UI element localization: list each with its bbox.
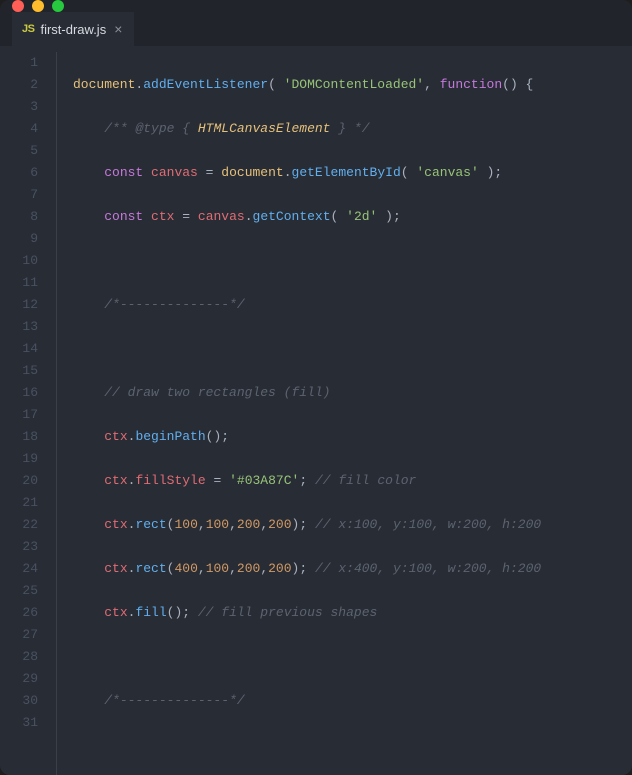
line-number: 30: [0, 690, 38, 712]
code-line[interactable]: const canvas = document.getElementById( …: [73, 162, 632, 184]
line-number: 18: [0, 426, 38, 448]
line-number: 24: [0, 558, 38, 580]
line-number-gutter: 1234567891011121314151617181920212223242…: [0, 52, 56, 775]
code-line[interactable]: [73, 250, 632, 272]
line-number: 4: [0, 118, 38, 140]
line-number: 2: [0, 74, 38, 96]
line-number: 25: [0, 580, 38, 602]
line-number: 10: [0, 250, 38, 272]
tab-filename: first-draw.js: [40, 22, 106, 37]
line-number: 29: [0, 668, 38, 690]
line-number: 14: [0, 338, 38, 360]
code-editor[interactable]: 1234567891011121314151617181920212223242…: [0, 46, 632, 775]
line-number: 27: [0, 624, 38, 646]
code-line[interactable]: ctx.rect(100,100,200,200); // x:100, y:1…: [73, 514, 632, 536]
line-number: 20: [0, 470, 38, 492]
line-number: 17: [0, 404, 38, 426]
line-number: 23: [0, 536, 38, 558]
line-number: 8: [0, 206, 38, 228]
line-number: 19: [0, 448, 38, 470]
code-line[interactable]: [73, 734, 632, 756]
line-number: 15: [0, 360, 38, 382]
close-tab-icon[interactable]: ×: [112, 20, 124, 38]
line-number: 26: [0, 602, 38, 624]
line-number: 11: [0, 272, 38, 294]
minimize-window-button[interactable]: [32, 0, 44, 12]
code-line[interactable]: document.addEventListener( 'DOMContentLo…: [73, 74, 632, 96]
line-number: 28: [0, 646, 38, 668]
code-area[interactable]: document.addEventListener( 'DOMContentLo…: [56, 52, 632, 775]
titlebar[interactable]: [0, 0, 632, 12]
line-number: 13: [0, 316, 38, 338]
line-number: 31: [0, 712, 38, 734]
line-number: 22: [0, 514, 38, 536]
line-number: 1: [0, 52, 38, 74]
code-line[interactable]: /** @type { HTMLCanvasElement } */: [73, 118, 632, 140]
line-number: 9: [0, 228, 38, 250]
code-line[interactable]: const ctx = canvas.getContext( '2d' );: [73, 206, 632, 228]
traffic-lights: [12, 0, 64, 12]
line-number: 21: [0, 492, 38, 514]
maximize-window-button[interactable]: [52, 0, 64, 12]
line-number: 12: [0, 294, 38, 316]
line-number: 16: [0, 382, 38, 404]
code-line[interactable]: ctx.beginPath();: [73, 426, 632, 448]
code-line[interactable]: ctx.rect(400,100,200,200); // x:400, y:1…: [73, 558, 632, 580]
line-number: 5: [0, 140, 38, 162]
line-number: 3: [0, 96, 38, 118]
js-file-icon: JS: [22, 23, 34, 35]
code-line[interactable]: /*--------------*/: [73, 294, 632, 316]
editor-window: JS first-draw.js × 123456789101112131415…: [0, 0, 632, 775]
line-number: 7: [0, 184, 38, 206]
code-line[interactable]: [73, 646, 632, 668]
code-line[interactable]: [73, 338, 632, 360]
tab-first-draw-js[interactable]: JS first-draw.js ×: [12, 12, 134, 46]
close-window-button[interactable]: [12, 0, 24, 12]
tab-bar: JS first-draw.js ×: [0, 12, 632, 46]
line-number: 6: [0, 162, 38, 184]
code-line[interactable]: /*--------------*/: [73, 690, 632, 712]
code-line[interactable]: ctx.fillStyle = '#03A87C'; // fill color: [73, 470, 632, 492]
code-line[interactable]: ctx.fill(); // fill previous shapes: [73, 602, 632, 624]
code-line[interactable]: // draw two rectangles (fill): [73, 382, 632, 404]
